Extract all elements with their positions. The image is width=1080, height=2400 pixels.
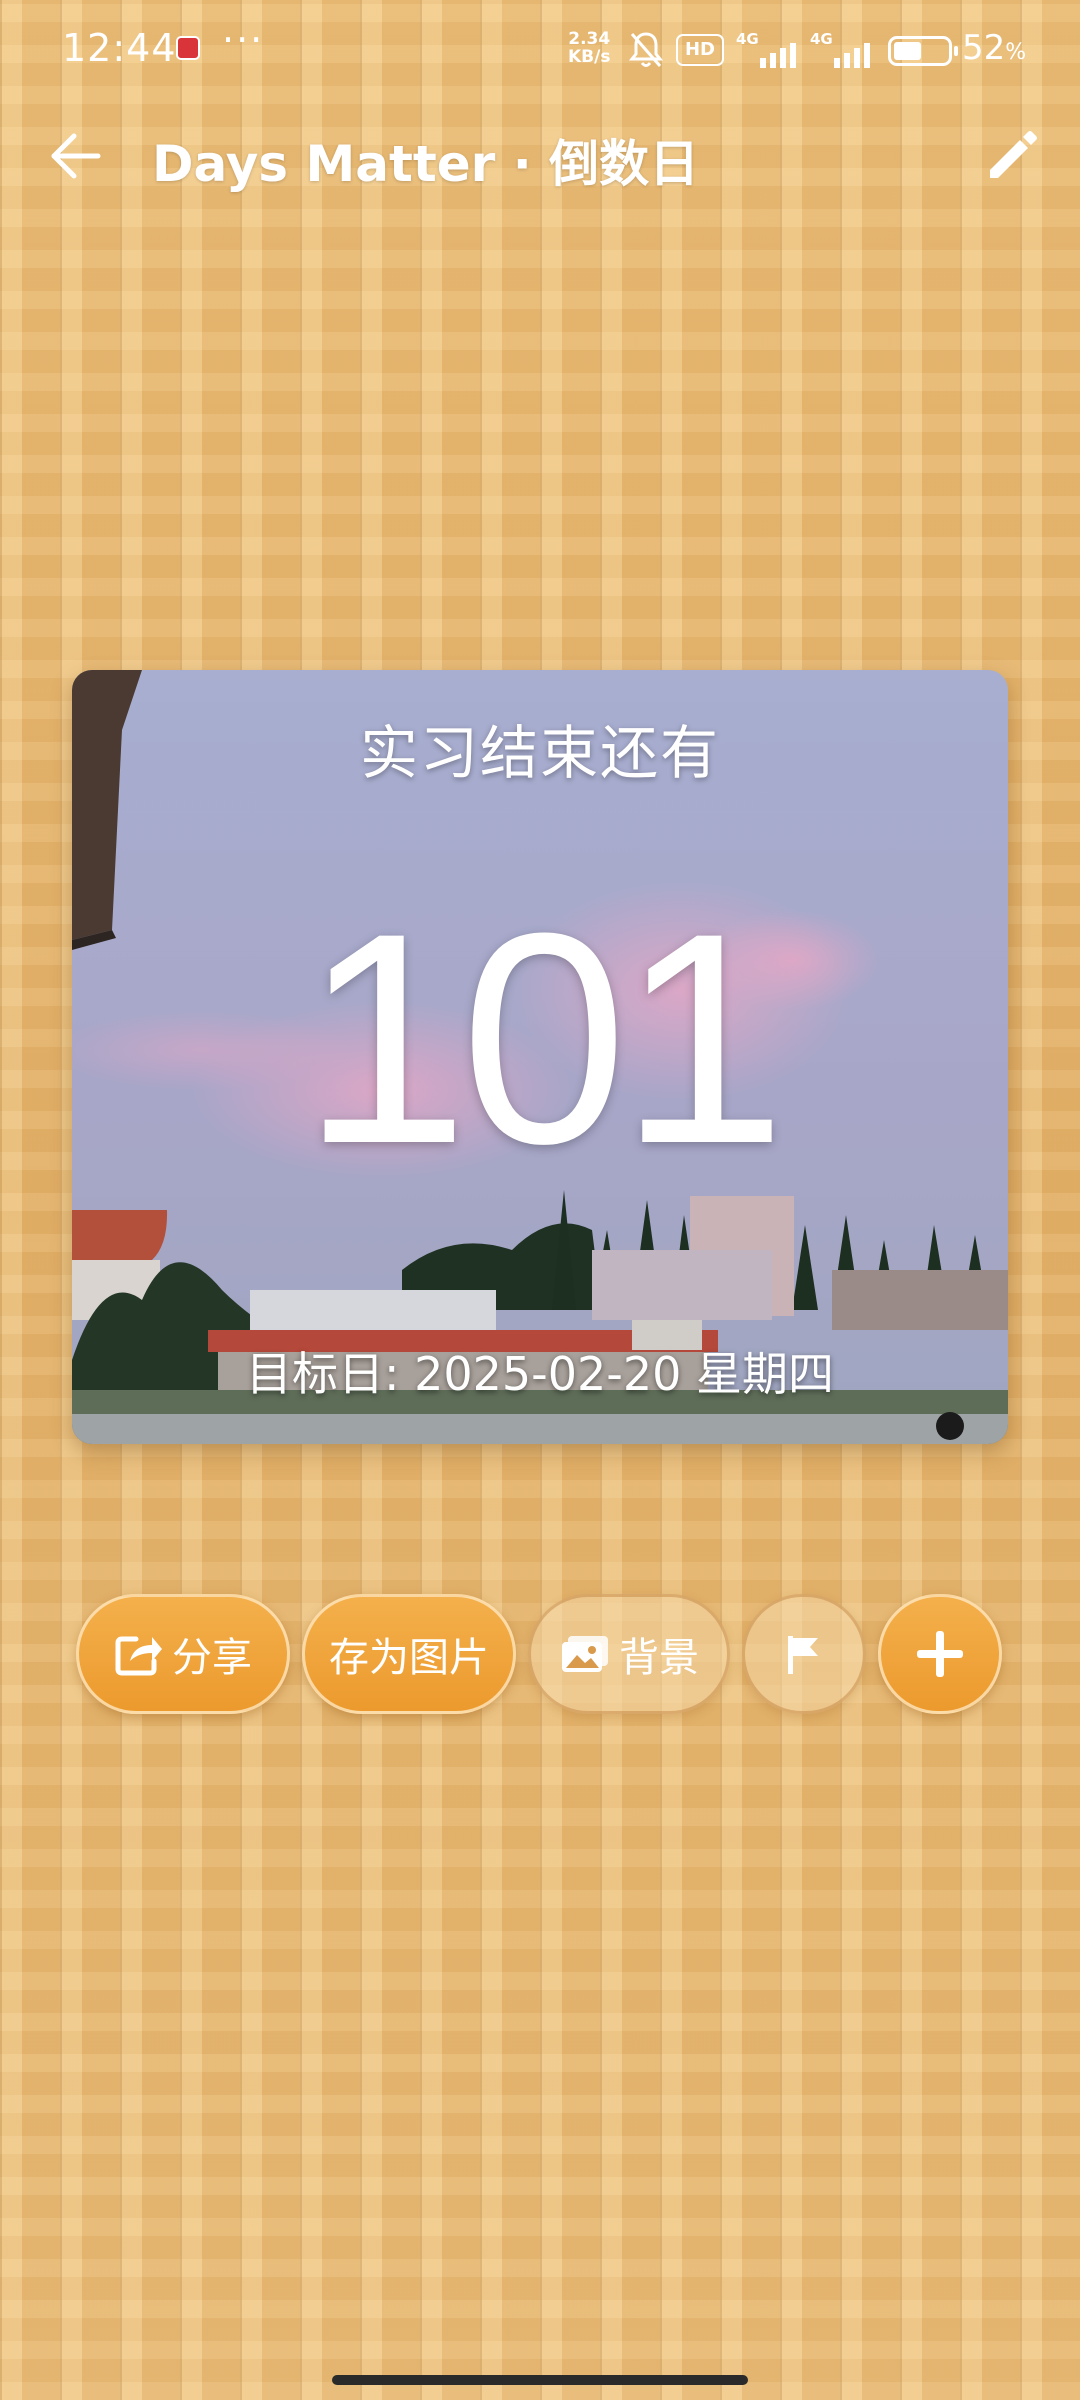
- app-bar: Days Matter · 倒数日: [0, 110, 1080, 200]
- image-icon: [562, 1636, 608, 1672]
- home-indicator[interactable]: [332, 2375, 748, 2385]
- countdown-days-number: 101: [301, 870, 787, 1206]
- network-speed-unit: KB/s: [568, 47, 611, 67]
- plus-icon: [917, 1631, 963, 1677]
- battery-fill: [894, 42, 921, 60]
- share-label: 分享: [172, 1635, 252, 1681]
- target-date: 目标日: 2025-02-20 星期四: [245, 1347, 835, 1401]
- countdown-card[interactable]: 实习结束还有 101 目标日: 2025-02-20 星期四: [72, 670, 1008, 1444]
- status-time: 12:44: [62, 26, 177, 70]
- background-button[interactable]: 背景: [528, 1594, 730, 1714]
- countdown-title: 实习结束还有: [359, 719, 720, 787]
- pencil-icon[interactable]: [980, 124, 1044, 188]
- action-bar: 分享 存为图片 背景: [0, 1594, 1080, 1716]
- flag-icon: [788, 1636, 818, 1674]
- signal-1-icon: 4G: [736, 30, 808, 70]
- save-image-label: 存为图片: [329, 1635, 489, 1681]
- more-notifications-icon: ···: [222, 18, 265, 62]
- network-speed: 2.34 KB/s: [568, 30, 610, 66]
- status-bar: 12:44 ··· 2.34 KB/s HD 4G 4G 52%: [0, 0, 1080, 100]
- mute-bell-icon: [628, 32, 664, 67]
- save-image-button[interactable]: 存为图片: [302, 1594, 516, 1714]
- add-button[interactable]: [878, 1594, 1002, 1714]
- hd-voice-icon: HD: [676, 34, 724, 66]
- share-icon: [115, 1636, 162, 1676]
- battery-percent: 52%: [962, 28, 1027, 68]
- battery-icon: [888, 36, 958, 66]
- back-arrow-icon[interactable]: [46, 126, 106, 186]
- signal-1-label: 4G: [736, 30, 759, 48]
- network-speed-value: 2.34: [568, 29, 611, 49]
- share-button[interactable]: 分享: [76, 1594, 290, 1714]
- flag-button[interactable]: [742, 1594, 866, 1714]
- signal-2-icon: 4G: [810, 30, 882, 70]
- signal-2-label: 4G: [810, 30, 833, 48]
- background-label: 背景: [619, 1635, 699, 1681]
- page-title: Days Matter · 倒数日: [152, 135, 700, 193]
- notification-app-icon: [176, 36, 200, 60]
